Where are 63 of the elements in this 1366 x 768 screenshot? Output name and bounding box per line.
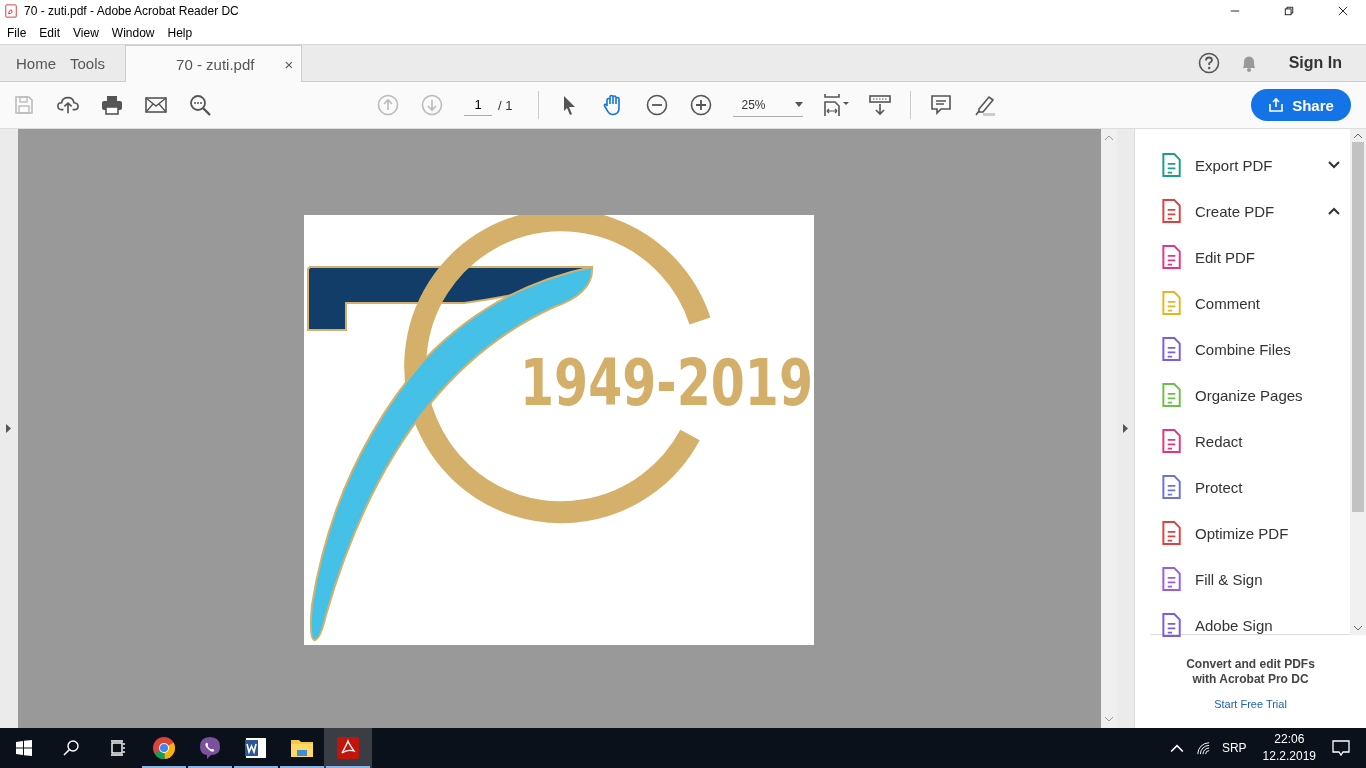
zoom-out-icon[interactable] [646, 94, 669, 116]
tool-item[interactable]: Organize Pages [1159, 372, 1350, 418]
page-number-field[interactable]: 1 [464, 94, 492, 116]
share-icon [1268, 97, 1285, 113]
tab[interactable]: Tools [70, 45, 126, 81]
start-icon[interactable] [16, 740, 32, 756]
cloud-upload-icon[interactable] [57, 94, 79, 116]
notification-icon[interactable] [1332, 740, 1350, 756]
close-tab-button[interactable]: × [284, 55, 294, 73]
tool-item[interactable]: Adobe Sign [1159, 602, 1350, 648]
wifi-icon[interactable] [1195, 741, 1210, 755]
panel-scrollbar[interactable] [1350, 129, 1366, 635]
window-title: 70 - zuti.pdf - Adobe Acrobat Reader DC [24, 4, 239, 18]
sign-in-link[interactable]: Sign In [1288, 54, 1342, 72]
tool-item[interactable]: Fill & Sign [1159, 556, 1350, 602]
scroll-mode-icon[interactable] [869, 94, 892, 116]
tool-item[interactable]: Combine Files [1159, 326, 1350, 372]
restore-icon[interactable] [1284, 6, 1294, 16]
menu-item[interactable]: File [7, 26, 27, 40]
browser-icon [152, 736, 176, 760]
task-view-icon[interactable] [110, 740, 126, 756]
tool-item[interactable]: Protect [1159, 464, 1350, 510]
tool-item[interactable]: Redact [1159, 418, 1350, 464]
highlighter-icon[interactable] [974, 94, 997, 116]
comment-icon[interactable] [930, 94, 953, 116]
taskbar-button[interactable] [324, 728, 372, 768]
zoom-in-icon[interactable] [690, 94, 713, 116]
tool-item[interactable]: Create PDF [1159, 188, 1350, 234]
zoom-dropdown[interactable]: 25% [733, 93, 804, 117]
free-trial-link[interactable]: Start Free Trial [1214, 698, 1287, 710]
help-icon[interactable] [1197, 52, 1220, 74]
promo-text: Convert and edit PDFs with Acrobat Pro DC [1185, 657, 1316, 687]
page-count: / 1 [498, 97, 513, 113]
menu-item[interactable]: Edit [39, 26, 61, 40]
pdf-icon [336, 736, 360, 760]
tab[interactable]: Home [0, 45, 72, 81]
collapse-right-panel-icon[interactable] [1123, 424, 1128, 433]
print-icon[interactable] [101, 94, 123, 116]
menu-item[interactable]: View [73, 26, 99, 40]
share-button[interactable]: Share [1251, 89, 1351, 121]
chevron-icon[interactable] [1328, 161, 1340, 169]
word-document-icon [244, 736, 268, 760]
clock[interactable]: 22:06 12.2.2019 [1262, 731, 1316, 765]
tab[interactable]: 70 - zuti.pdf × [125, 45, 303, 82]
mail-icon[interactable] [145, 94, 167, 116]
expand-left-panel-icon[interactable] [6, 424, 11, 433]
tool-item[interactable]: Optimize PDF [1159, 510, 1350, 556]
tool-item[interactable]: Edit PDF [1159, 234, 1350, 280]
search-icon[interactable] [189, 94, 211, 116]
pdf-file-icon [4, 3, 18, 19]
chat-bubble-icon [198, 736, 222, 760]
close-icon[interactable] [1338, 6, 1348, 16]
scroll-up-icon[interactable] [1354, 133, 1362, 138]
language-indicator[interactable]: SRP [1221, 741, 1247, 755]
scroll-down-icon[interactable] [1354, 626, 1362, 631]
logo-text: 1949-2019 [520, 345, 813, 420]
search-icon[interactable] [63, 740, 79, 756]
tool-item[interactable]: Export PDF [1159, 142, 1350, 188]
caret-icon[interactable] [795, 102, 804, 107]
tool-item[interactable]: Comment [1159, 280, 1350, 326]
chevron-icon[interactable] [1328, 207, 1340, 215]
menu-item[interactable]: Window [111, 26, 155, 40]
menu-item[interactable]: Help [167, 26, 193, 40]
